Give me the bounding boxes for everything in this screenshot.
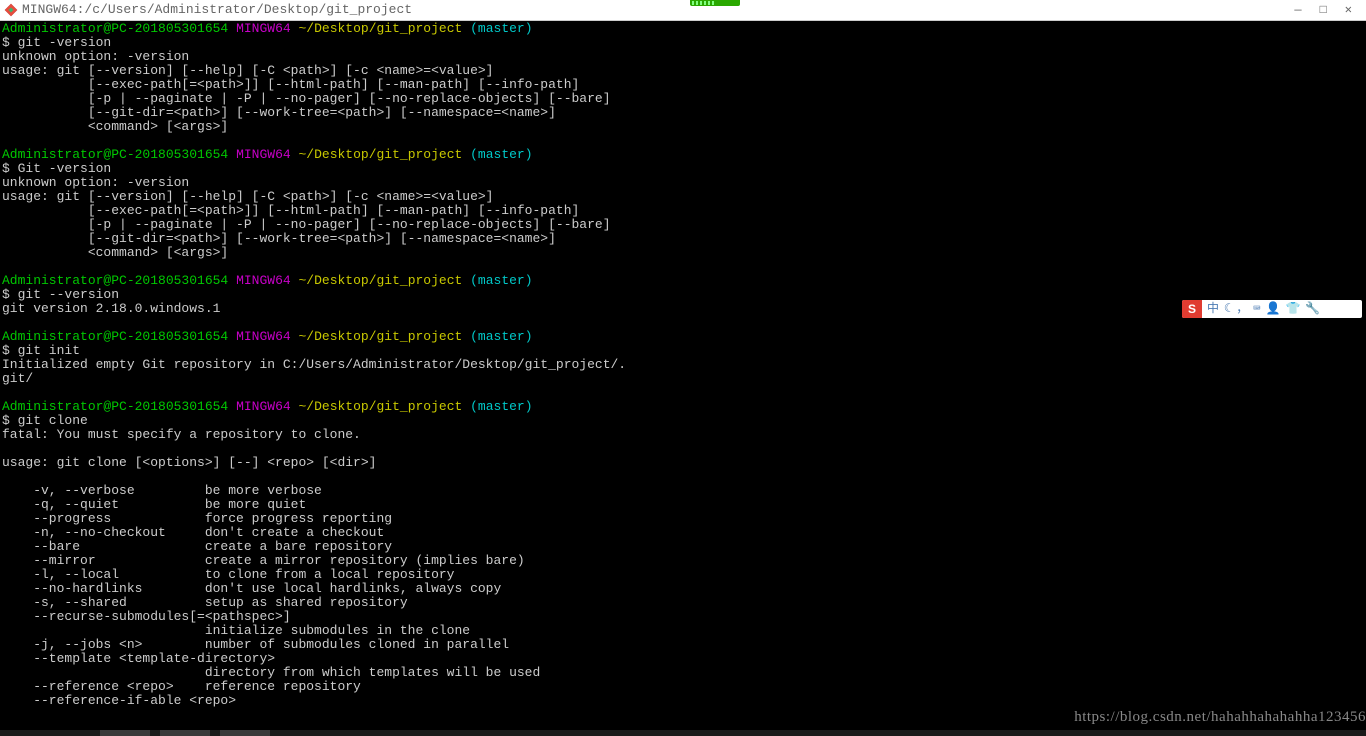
top-activity-indicator	[690, 0, 740, 6]
ime-wrench-icon[interactable]: 🔧	[1305, 303, 1320, 315]
minimize-button[interactable]: —	[1294, 3, 1301, 17]
app-icon	[4, 3, 18, 17]
window-controls: — □ ✕	[1294, 3, 1366, 17]
close-button[interactable]: ✕	[1345, 3, 1352, 17]
ime-user-icon[interactable]: 👤	[1266, 303, 1281, 315]
ime-icons: 中 ☾ ， ⌨ 👤 👕 🔧	[1202, 303, 1325, 315]
ime-lang-icon[interactable]: 中	[1207, 303, 1219, 315]
ime-toolbar[interactable]: S 中 ☾ ， ⌨ 👤 👕 🔧	[1182, 300, 1362, 318]
ime-punct-icon[interactable]: ，	[1236, 303, 1248, 315]
terminal-viewport[interactable]: Administrator@PC-201805301654 MINGW64 ~/…	[0, 20, 1366, 736]
ime-moon-icon[interactable]: ☾	[1224, 303, 1231, 315]
window-title: MINGW64:/c/Users/Administrator/Desktop/g…	[22, 3, 412, 17]
ime-keyboard-icon[interactable]: ⌨	[1253, 303, 1260, 315]
window-titlebar: MINGW64:/c/Users/Administrator/Desktop/g…	[0, 0, 1366, 21]
watermark: https://blog.csdn.net/hahahhahahahha1234…	[1074, 710, 1366, 724]
taskbar[interactable]	[0, 730, 1366, 736]
ime-badge[interactable]: S	[1182, 300, 1202, 318]
maximize-button[interactable]: □	[1320, 3, 1327, 17]
ime-skin-icon[interactable]: 👕	[1285, 303, 1300, 315]
